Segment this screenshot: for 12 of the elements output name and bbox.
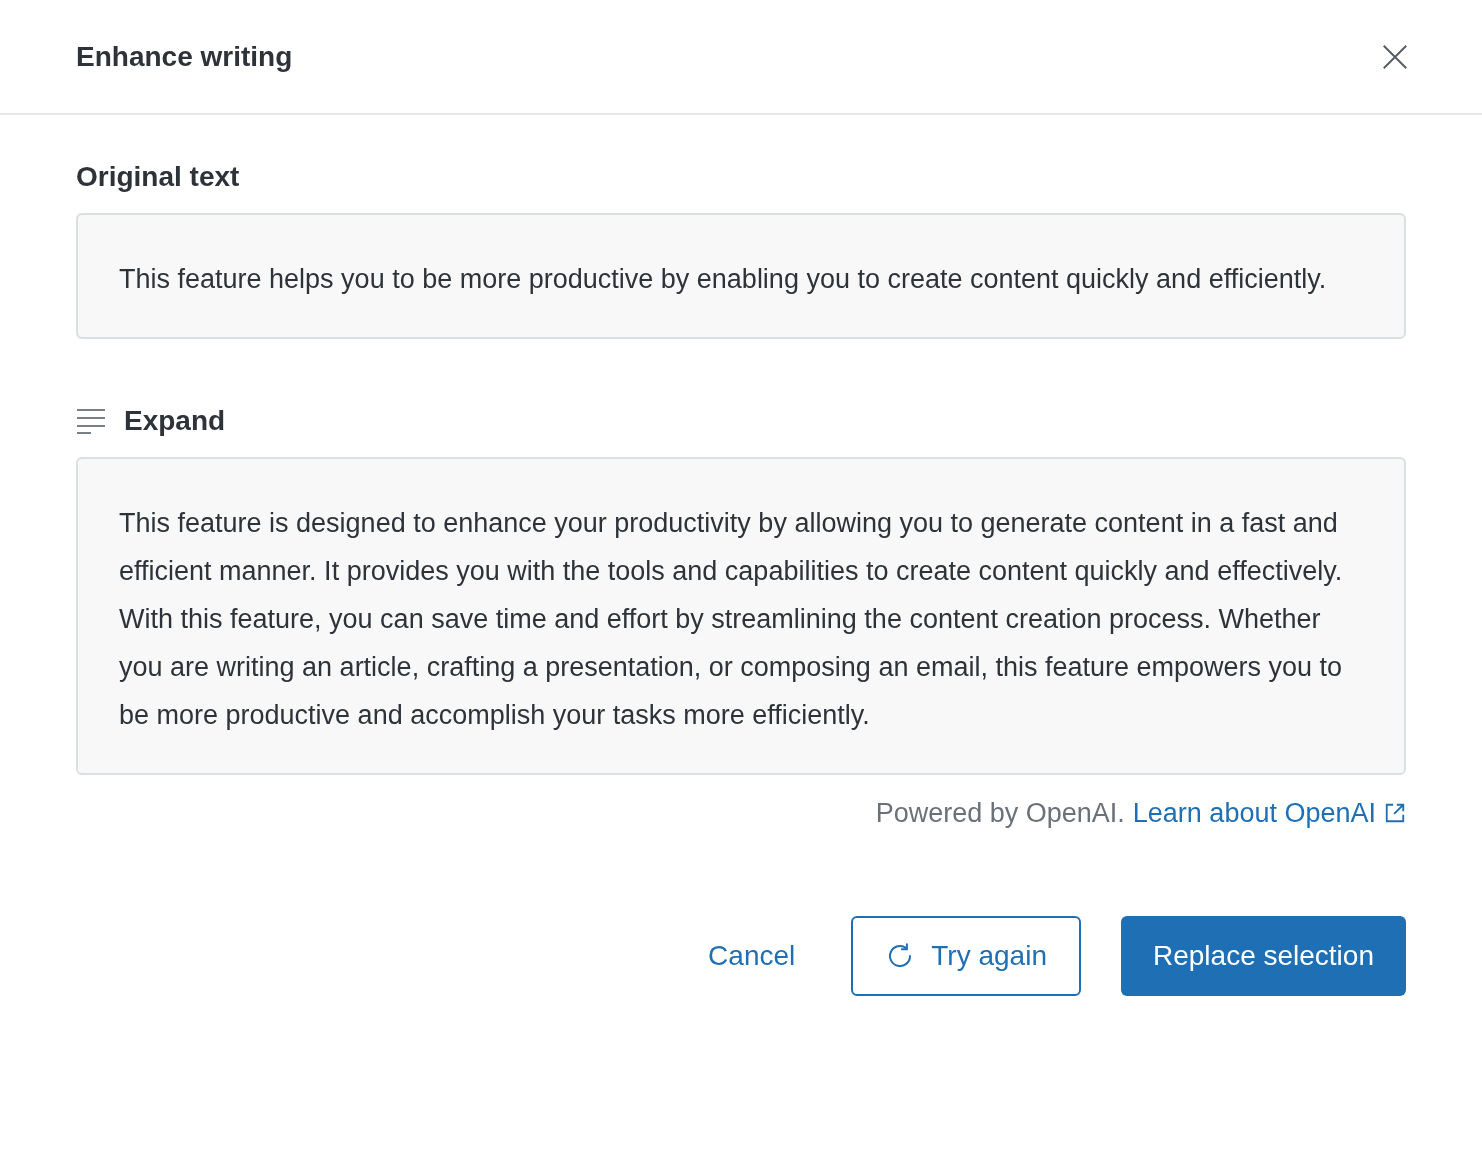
external-link-icon [1384, 802, 1406, 825]
dialog-title: Enhance writing [76, 39, 293, 74]
learn-about-link[interactable]: Learn about OpenAI [1132, 793, 1376, 834]
paragraph-lines-icon [76, 408, 106, 434]
replace-selection-button[interactable]: Replace selection [1120, 915, 1406, 996]
try-again-button[interactable]: Try again [851, 915, 1081, 996]
section-label: Original text [76, 160, 241, 194]
original-text-box: This feature helps you to be more productive by enabling you to create content quickly and efficiently. [76, 213, 1406, 339]
cancel-button[interactable]: Cancel [692, 915, 812, 996]
section-label: Expand [124, 404, 226, 438]
powered-by-text: Powered by OpenAI. [875, 797, 1125, 830]
expanded-text-box: This feature is designed to enhance your productivity by allowing you to generate content in a fast and efficient manner. It provides you with the tools and capabilities to create content quickly and effectively. With this feature, you can save time and effort by streamlining the content creation process. Whether you are writing an article, crafting a presentation, or composing an email, this feature empowers you to be more productive and accomplish your tasks more efficiently. [76, 457, 1406, 775]
